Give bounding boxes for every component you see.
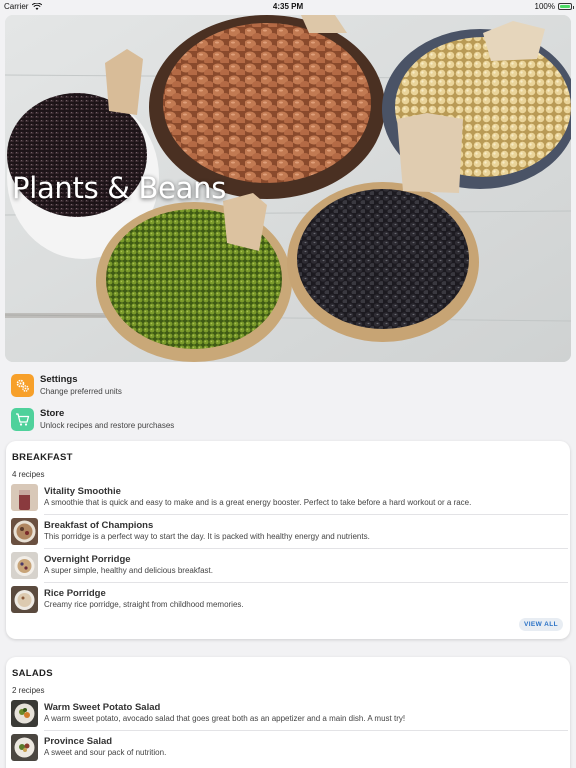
recipe-title: Rice Porridge <box>44 588 106 599</box>
recipe-thumbnail <box>11 484 38 511</box>
recipe-title: Breakfast of Champions <box>44 520 154 531</box>
cart-icon <box>11 407 34 431</box>
recipe-thumbnail <box>11 518 38 545</box>
recipe-thumbnail <box>11 700 38 727</box>
recipe-title: Vitality Smoothie <box>44 486 121 497</box>
recipe-row[interactable]: Warm Sweet Potato Salad A warm sweet pot… <box>11 697 568 731</box>
section-title: BREAKFAST <box>12 452 73 463</box>
recipe-count: 2 recipes <box>12 686 45 695</box>
recipe-row[interactable]: Overnight Porridge A super simple, healt… <box>11 549 568 583</box>
section-card-breakfast: BREAKFAST 4 recipes Vitality Smoothie A … <box>6 441 570 639</box>
recipe-title: Warm Sweet Potato Salad <box>44 702 161 713</box>
store-title: Store <box>40 408 65 419</box>
store-text: Store Unlock recipes and restore purchas… <box>40 408 174 430</box>
status-right: 100% <box>534 2 574 11</box>
recipe-title: Province Salad <box>44 736 113 747</box>
settings-text: Settings Change preferred units <box>40 374 122 396</box>
status-bar: Carrier 4:35 PM 100% <box>0 0 576 13</box>
settings-title: Settings <box>40 374 78 385</box>
settings-row[interactable]: Settings Change preferred units <box>11 372 122 398</box>
recipe-row[interactable]: Breakfast of Champions This porridge is … <box>11 515 568 549</box>
recipe-thumbnail <box>11 734 38 761</box>
settings-subtitle: Change preferred units <box>40 387 122 396</box>
hero-banner[interactable]: Plants & Beans <box>5 15 571 362</box>
recipe-description: A smoothie that is quick and easy to mak… <box>44 498 472 507</box>
recipe-description: A sweet and sour pack of nutrition. <box>44 748 167 757</box>
gear-icon <box>11 373 34 397</box>
store-row[interactable]: Store Unlock recipes and restore purchas… <box>11 406 174 432</box>
recipe-description: This porridge is a perfect way to start … <box>44 532 370 541</box>
view-all-button[interactable]: VIEW ALL <box>519 618 563 631</box>
battery-percent: 100% <box>534 2 555 11</box>
store-subtitle: Unlock recipes and restore purchases <box>40 421 175 430</box>
section-card-salads: SALADS 2 recipes Warm Sweet Potato Salad… <box>6 657 570 768</box>
status-time: 4:35 PM <box>272 2 304 11</box>
recipe-description: Creamy rice porridge, straight from chil… <box>44 600 244 609</box>
recipe-thumbnail <box>11 552 38 579</box>
battery-icon <box>558 3 574 10</box>
section-title: SALADS <box>12 668 53 679</box>
recipe-description: A super simple, healthy and delicious br… <box>44 566 213 575</box>
recipe-description: A warm sweet potato, avocado salad that … <box>44 714 406 723</box>
recipe-row[interactable]: Province Salad A sweet and sour pack of … <box>11 731 568 765</box>
recipe-title: Overnight Porridge <box>44 554 131 565</box>
recipe-row[interactable]: Rice Porridge Creamy rice porridge, stra… <box>11 583 568 617</box>
recipe-row[interactable]: Vitality Smoothie A smoothie that is qui… <box>11 481 568 515</box>
recipe-count: 4 recipes <box>12 470 45 479</box>
battery-fill <box>560 5 570 8</box>
recipe-thumbnail <box>11 586 38 613</box>
hero-title: Plants & Beans <box>12 171 227 205</box>
